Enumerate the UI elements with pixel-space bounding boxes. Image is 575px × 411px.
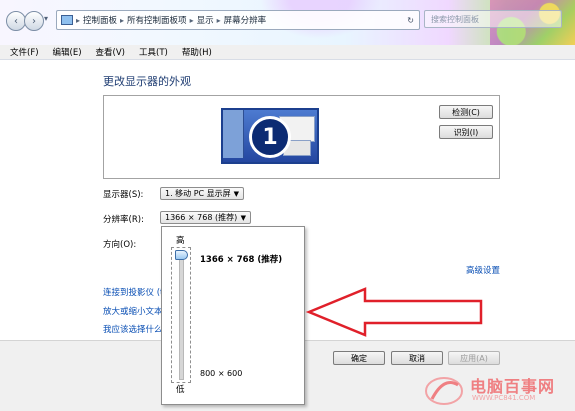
display-preview: 1 检测(C) 识别(I): [103, 95, 500, 179]
low-label: 低: [176, 385, 185, 395]
back-button[interactable]: ‹: [6, 11, 26, 31]
help-choose-link[interactable]: 我应该选择什么: [103, 323, 163, 335]
slider-thumb[interactable]: [175, 250, 188, 260]
menu-file[interactable]: 文件(F): [10, 46, 39, 58]
display-select-value: 1. 移动 PC 显示屏: [165, 189, 231, 198]
breadcrumb-separator-icon: ▸: [189, 15, 194, 25]
resolution-slider[interactable]: [171, 247, 191, 383]
cancel-button[interactable]: 取消: [391, 351, 443, 365]
resolution-label: 分辨率(R):: [103, 215, 144, 225]
display-label: 显示器(S):: [103, 190, 144, 200]
red-arrow-annotation: [305, 287, 483, 337]
resolution-option-top[interactable]: 1366 × 768 (推荐): [200, 253, 282, 265]
resolution-select[interactable]: 1366 × 768 (推荐) ▼: [160, 211, 251, 224]
slider-track: [179, 252, 184, 380]
breadcrumb-control-panel[interactable]: 控制面板: [83, 14, 117, 26]
breadcrumb-display[interactable]: 显示: [197, 14, 214, 26]
text-size-link[interactable]: 放大或缩小文本: [103, 305, 163, 317]
menu-help[interactable]: 帮助(H): [182, 46, 212, 58]
history-dropdown-icon[interactable]: ▾: [44, 14, 48, 23]
resolution-dropdown-panel: 高 1366 × 768 (推荐) 800 × 600 低: [161, 226, 305, 405]
address-bar[interactable]: ▸ 控制面板 ▸ 所有控制面板项 ▸ 显示 ▸ 屏幕分辨率 ↻: [56, 10, 420, 30]
breadcrumb-screen-resolution[interactable]: 屏幕分辨率: [224, 14, 267, 26]
identify-button[interactable]: 识别(I): [439, 125, 493, 139]
refresh-icon[interactable]: ↻: [407, 16, 414, 25]
menu-bar: 文件(F) 编辑(E) 查看(V) 工具(T) 帮助(H): [0, 45, 575, 60]
watermark-url: WWW.PC841.COM: [472, 394, 536, 402]
forward-arrow-icon: ›: [32, 15, 36, 27]
connect-projector-link[interactable]: 连接到投影仪 (t: [103, 286, 163, 298]
menu-view[interactable]: 查看(V): [96, 46, 125, 58]
menu-tools[interactable]: 工具(T): [139, 46, 168, 58]
detect-button[interactable]: 检测(C): [439, 105, 493, 119]
menu-edit[interactable]: 编辑(E): [53, 46, 82, 58]
orientation-label: 方向(O):: [103, 240, 137, 250]
search-input[interactable]: 搜索控制面板: [424, 10, 562, 28]
advanced-settings-link[interactable]: 高级设置: [466, 264, 500, 276]
control-panel-icon: [61, 15, 73, 25]
apply-button[interactable]: 应用(A): [448, 351, 500, 365]
monitor-thumbnail[interactable]: 1: [221, 108, 319, 164]
monitor-number-badge: 1: [249, 116, 291, 158]
resolution-option-bottom[interactable]: 800 × 600: [200, 369, 242, 378]
title-bar: ‹ › ▾ ▸ 控制面板 ▸ 所有控制面板项 ▸ 显示 ▸ 屏幕分辨率 ↻ 搜索…: [0, 0, 575, 45]
breadcrumb-all-items[interactable]: 所有控制面板项: [127, 14, 187, 26]
display-select[interactable]: 1. 移动 PC 显示屏 ▼: [160, 187, 244, 200]
chevron-down-icon: ▼: [240, 213, 246, 222]
breadcrumb-separator-icon: ▸: [120, 15, 125, 25]
monitor-taskbar: [223, 110, 244, 158]
ok-button[interactable]: 确定: [333, 351, 385, 365]
forward-button[interactable]: ›: [24, 11, 44, 31]
high-label: 高: [176, 236, 185, 246]
resolution-select-value: 1366 × 768 (推荐): [165, 213, 238, 222]
chevron-down-icon: ▼: [233, 189, 239, 198]
back-arrow-icon: ‹: [14, 15, 18, 27]
page-title: 更改显示器的外观: [103, 75, 191, 88]
breadcrumb-separator-icon: ▸: [76, 15, 81, 25]
breadcrumb-separator-icon: ▸: [216, 15, 221, 25]
